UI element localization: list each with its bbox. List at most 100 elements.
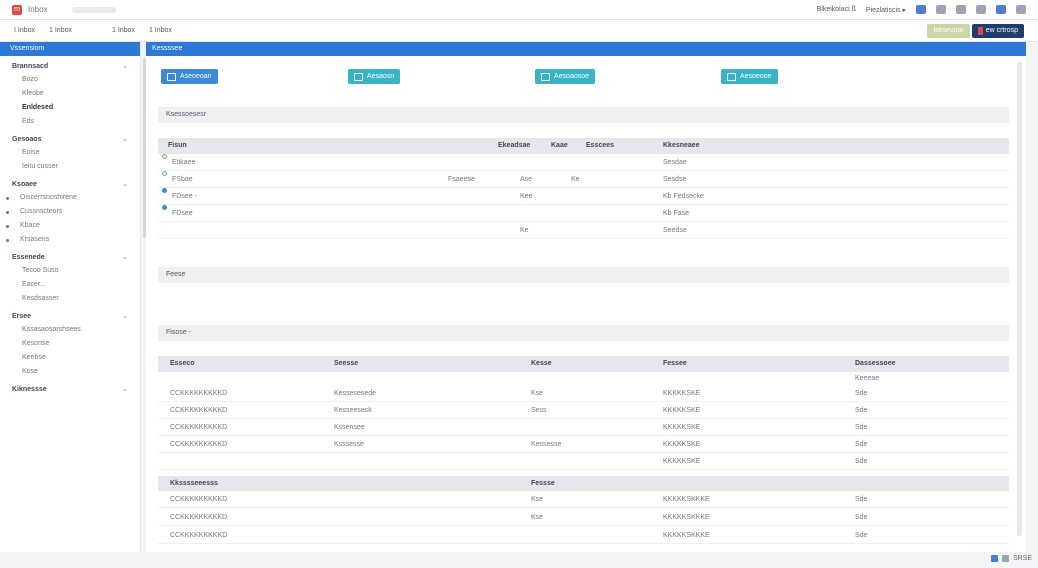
calendar-icon[interactable]: [916, 5, 926, 14]
table-row[interactable]: CCKKKKKKKKKD Kessesesede Kse KKKKKSKE Sde: [158, 385, 1009, 402]
chat-icon[interactable]: [956, 5, 966, 14]
sidebar-section[interactable]: Gesoaos ⌄: [0, 132, 140, 146]
primary-action-button[interactable]: ew crtrosp: [971, 23, 1024, 38]
network-icon[interactable]: [990, 555, 998, 562]
table-cell: KKKKKSKKKE: [663, 532, 710, 539]
sidebar-section[interactable]: Essenede ⌄: [0, 250, 140, 264]
table-row[interactable]: CCKKKKKKKKKD Kse KKKKKSKKKE Sde: [158, 509, 1009, 526]
sidebar-section[interactable]: Ersee ⌄: [0, 309, 140, 323]
app-logo-icon[interactable]: m: [12, 4, 22, 15]
tab-1[interactable]: I Inbox: [14, 27, 35, 34]
tab-2[interactable]: 1 Inbox: [49, 27, 72, 34]
sidebar-item[interactable]: Cussnscteors: [0, 205, 140, 219]
table-cell: Kse: [531, 514, 544, 521]
sidebar-item[interactable]: Eacer...: [0, 278, 140, 292]
table2-header: Esseco Seesse Kesse Fessee Dassessoee: [158, 356, 1009, 372]
quick-action-button-1[interactable]: Aseoeoan: [161, 69, 218, 84]
col-header[interactable]: Esseco: [170, 356, 195, 372]
chevron-down-icon[interactable]: ⌄: [122, 385, 128, 393]
volume-icon[interactable]: [1001, 555, 1009, 562]
col-header[interactable]: Esscees: [586, 138, 614, 154]
col-header[interactable]: Ekeadsae: [498, 138, 530, 154]
sidebar-section[interactable]: Brannsacd ⌄: [0, 59, 140, 73]
table-row[interactable]: KKKKKSKE Sde: [158, 453, 1009, 470]
table-row[interactable]: FDsee Kb Fase: [158, 205, 1009, 222]
table-row[interactable]: CCKKKKKKKKKD KKKKKSKKKE Sde: [158, 527, 1009, 544]
table-row[interactable]: CCKKKKKKKKKD Kssensee KKKKKSKE Sde: [158, 419, 1009, 436]
sidebar-item[interactable]: Oiscerrsnoshirene: [0, 191, 140, 205]
table-cell: Ase: [520, 176, 533, 183]
col-header[interactable]: Kaae: [551, 138, 568, 154]
chevron-down-icon[interactable]: ⌄: [122, 62, 128, 70]
chevron-down-icon[interactable]: ⌄: [122, 135, 128, 143]
col-header[interactable]: Dassessoee: [855, 356, 895, 372]
user-icon[interactable]: [976, 5, 986, 14]
sidebar-item[interactable]: Krsasens: [0, 233, 140, 247]
table-row[interactable]: FDsee - Kee Kb Fedsecke: [158, 188, 1009, 205]
sidebar-section-label: Ksoaee: [12, 180, 37, 188]
sidebar-section[interactable]: Kiknessse ⌄: [0, 382, 140, 396]
sidebar-item[interactable]: Kbace: [0, 219, 140, 233]
table2-subsection: Kksssseeesss Fessse: [158, 476, 1009, 491]
table-row[interactable]: CCKKKKKKKKKD Kse KKKKKSKKKE Sde: [158, 491, 1009, 508]
sidebar-item[interactable]: Kssasaosorshsees: [0, 323, 140, 337]
sidebar-item[interactable]: Bozo: [0, 73, 140, 87]
sidebar-item[interactable]: Kesdsasser: [0, 292, 140, 306]
tab-3[interactable]: 1 Inbox: [112, 27, 135, 34]
quick-action-button-4[interactable]: Aesoeooe: [721, 69, 778, 84]
sidebar-item[interactable]: Tecoo Suso: [0, 264, 140, 278]
table-row[interactable]: FSbae Fsaeese Ase Ke Sesdse: [158, 171, 1009, 188]
sidebar-item[interactable]: Kesonse: [0, 337, 140, 351]
quick-action-label: Aesoeooe: [740, 73, 772, 80]
chevron-down-icon[interactable]: ⌄: [122, 180, 128, 188]
sidebar-item[interactable]: Eoise: [0, 146, 140, 160]
quick-action-label: Aesoaosoe: [554, 73, 590, 80]
sidebar-item[interactable]: Eds: [0, 115, 140, 129]
sidebar-section[interactable]: Ksoaee ⌄: [0, 177, 140, 191]
secondary-action-button[interactable]: Ieksevoor: [927, 23, 970, 38]
table-cell: Kse: [531, 496, 544, 503]
table-row[interactable]: Etikaee Sesdae: [158, 154, 1009, 171]
quick-action-button-2[interactable]: Aesaosn: [348, 69, 401, 84]
table-cell: Sess: [531, 407, 547, 414]
grid-icon: [727, 72, 736, 81]
settings-icon[interactable]: [996, 5, 1006, 14]
menu-icon[interactable]: [1016, 5, 1026, 14]
table-cell: Kssensee: [334, 424, 365, 431]
table-row[interactable]: CCKKKKKKKKKD Kesseesesk Sess KKKKKSKE Sde: [158, 402, 1009, 419]
sidebar-item[interactable]: Keebse: [0, 351, 140, 365]
col-header[interactable]: Fisun: [168, 138, 187, 154]
chevron-down-icon[interactable]: ⌄: [122, 312, 128, 320]
col-header[interactable]: Kkesneaee: [663, 138, 700, 154]
mail-icon[interactable]: [936, 5, 946, 14]
tab-4[interactable]: 1 Inbox: [149, 27, 172, 34]
table-cell: CCKKKKKKKKKD: [170, 424, 228, 431]
table-cell: Ksssesse: [334, 441, 364, 448]
top-link-2[interactable]: Piezlatiscis ▸: [866, 6, 906, 14]
col-header[interactable]: Seesse: [334, 356, 358, 372]
table1-header: Fisun Ekeadsae Kaae Esscees Kkesneaee: [158, 138, 1009, 154]
table-cell: KKKKKSKE: [663, 390, 701, 397]
col-header[interactable]: Fessee: [663, 356, 687, 372]
top-link-1[interactable]: Bikeikolaci ß: [817, 6, 856, 13]
search-input[interactable]: [71, 6, 116, 13]
sidebar-item[interactable]: Ieitu cusser: [0, 160, 140, 174]
table-row[interactable]: Ke Seedse: [158, 222, 1009, 239]
table-row[interactable]: CCKKKKKKKKKD Ksssesse Kessesse KKKKKSKE Sde: [158, 436, 1009, 453]
sidebar-item[interactable]: Enldesed: [0, 101, 140, 115]
table-cell: Sde: [855, 496, 868, 503]
sidebar-item[interactable]: Kose: [0, 365, 140, 379]
table-cell: Seedse: [663, 227, 687, 234]
quick-action-button-3[interactable]: Aesoaosoe: [535, 69, 596, 84]
col-header[interactable]: Kesse: [531, 356, 552, 372]
table-cell: FDsee: [172, 210, 193, 217]
sidebar-active-item[interactable]: Vssensiom: [0, 42, 140, 56]
chevron-down-icon[interactable]: ⌄: [122, 253, 128, 261]
primary-action-label: ew crtrosp: [985, 27, 1018, 34]
sidebar-item[interactable]: Kleobe: [0, 87, 140, 101]
table-cell: CCKKKKKKKKKD: [170, 532, 228, 539]
sidebar-section-label: Essenede: [12, 253, 45, 261]
table-cell: Kse: [531, 390, 544, 397]
main-scrollbar[interactable]: [1017, 62, 1022, 536]
table-cell: Sesdse: [663, 176, 687, 183]
